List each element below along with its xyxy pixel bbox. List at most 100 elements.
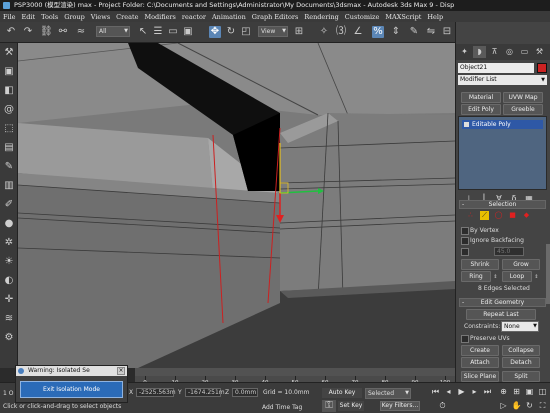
menu-item-animation[interactable]: Animation (212, 13, 246, 21)
wrench-icon[interactable]: ⚒ (2, 46, 16, 60)
key-filters-button[interactable]: Key Filters... (380, 401, 420, 411)
key-mode-dropdown[interactable]: Selected ▼ (365, 388, 411, 399)
undo-icon[interactable]: ↶ (5, 26, 17, 38)
grow-button[interactable]: Grow (502, 259, 540, 270)
select-by-name-icon[interactable]: ☰ (152, 26, 164, 38)
camera-icon[interactable]: ◐ (2, 274, 16, 288)
utilities-tab-icon[interactable]: ⚒ (533, 46, 546, 58)
viewport-scene[interactable] (18, 43, 455, 368)
swirl-icon[interactable]: @ (2, 103, 16, 117)
hierarchy-tab-icon[interactable]: ⊼ (488, 46, 501, 58)
edit-geometry-rollout-header[interactable]: - Edit Geometry (459, 298, 546, 307)
collapse-button[interactable]: Collapse (502, 345, 540, 356)
light-icon[interactable]: ☀ (2, 255, 16, 269)
zoom-icon[interactable]: ⊕ (498, 386, 509, 397)
attach-button[interactable]: Attach (461, 357, 499, 368)
spacewarp-icon[interactable]: ≋ (2, 312, 16, 326)
vertex-icon[interactable]: ∴ (466, 211, 475, 220)
menu-item-rendering[interactable]: Rendering (304, 13, 338, 21)
bind-spacewarp-icon[interactable]: ≈ (75, 26, 87, 38)
constraints-dropdown[interactable]: None ▼ (501, 321, 539, 332)
select-and-scale-icon[interactable]: ◰ (240, 26, 252, 38)
set-key-button[interactable]: Set Key (338, 401, 364, 411)
selection-filter-dropdown[interactable]: All ▼ (96, 26, 130, 37)
window-crossing-icon[interactable]: ▣ (182, 26, 194, 38)
modify-tab-icon[interactable]: ◗ (473, 46, 486, 58)
by-vertex-checkbox[interactable]: By Vertex (461, 226, 499, 235)
detach-button[interactable]: Detach (502, 357, 540, 368)
angle-snap-icon[interactable]: ∠ (352, 26, 364, 38)
repeat-last-button[interactable]: Repeat Last (466, 309, 536, 320)
graphite-icon[interactable]: ◧ (2, 84, 16, 98)
orbit-icon[interactable]: ↻ (524, 400, 535, 411)
ring-spinner-icon[interactable]: ⇕ (492, 271, 499, 281)
cylinder-icon[interactable]: ▥ (2, 179, 16, 193)
select-object-icon[interactable]: ↖ (137, 26, 149, 38)
shrink-button[interactable]: Shrink (461, 259, 499, 270)
menu-item-tools[interactable]: Tools (41, 13, 58, 21)
time-configuration-icon[interactable]: ⏱ (437, 400, 448, 411)
cube-icon[interactable]: ▣ (2, 65, 16, 79)
uvw-map-button[interactable]: UVW Map (503, 92, 543, 103)
edge-icon[interactable]: ⟋ (480, 211, 489, 220)
paint-icon[interactable]: ✎ (2, 160, 16, 174)
split-button[interactable]: Split (502, 371, 540, 382)
selection-rollout-header[interactable]: - Selection (459, 200, 546, 209)
angle-threshold-spinner[interactable]: 45.0 (494, 247, 524, 256)
systems-icon[interactable]: ⚙ (2, 331, 16, 345)
stack-item-editable-poly[interactable]: Editable Poly (462, 120, 543, 129)
menu-item-modifiers[interactable]: Modifiers (144, 13, 175, 21)
key-icon[interactable]: ⚿ (322, 400, 336, 412)
motion-tab-icon[interactable]: ◎ (503, 46, 516, 58)
preserve-uvs-checkbox[interactable]: Preserve UVs (461, 334, 510, 343)
pivot-center-icon[interactable]: ⊞ (293, 26, 305, 38)
z-coordinate-field[interactable]: 0.0mm (232, 388, 258, 397)
pan-icon[interactable]: ✋ (511, 400, 522, 411)
element-icon[interactable]: ◆ (522, 211, 531, 220)
panel-scrollbar[interactable] (546, 244, 550, 304)
polygon-icon[interactable]: ■ (508, 211, 517, 220)
reference-coord-dropdown[interactable]: View ▼ (258, 26, 288, 37)
slice-plane-button[interactable]: Slice Plane (461, 371, 499, 382)
selection-tool-icon[interactable]: ⬚ (2, 122, 16, 136)
rect-selection-icon[interactable]: ▭ (167, 26, 179, 38)
go-to-end-icon[interactable]: ⏭ (482, 386, 493, 397)
next-frame-icon[interactable]: ▸ (469, 386, 480, 397)
menu-item-views[interactable]: Views (91, 13, 110, 21)
expand-icon[interactable] (464, 122, 469, 127)
object-color-swatch[interactable] (537, 63, 547, 73)
link-icon[interactable]: ⛓ (40, 26, 53, 38)
menu-item-customize[interactable]: Customize (345, 13, 380, 21)
helper-icon[interactable]: ✛ (2, 293, 16, 307)
previous-frame-icon[interactable]: ◂ (443, 386, 454, 397)
menu-item-help[interactable]: Help (427, 13, 443, 21)
zoom-extents-icon[interactable]: ▣ (524, 386, 535, 397)
menu-item-edit[interactable]: Edit (22, 13, 36, 21)
redo-icon[interactable]: ↷ (22, 26, 34, 38)
play-icon[interactable]: ▶ (456, 386, 467, 397)
time-slider[interactable] (135, 368, 455, 376)
menu-item-group[interactable]: Group (64, 13, 85, 21)
display-tab-icon[interactable]: ▭ (518, 46, 531, 58)
gear-icon[interactable]: ✲ (2, 236, 16, 250)
select-and-rotate-icon[interactable]: ↻ (225, 26, 237, 38)
brush-icon[interactable]: ✐ (2, 198, 16, 212)
named-selection-icon[interactable]: ✎ (408, 26, 420, 38)
select-manipulate-icon[interactable]: ✧ (318, 26, 330, 38)
create-tab-icon[interactable]: ✦ (458, 46, 471, 58)
mirror-icon[interactable]: ⇋ (425, 26, 437, 38)
percent-snap-icon[interactable]: % (372, 26, 384, 38)
select-and-move-icon[interactable]: ✥ (209, 26, 221, 38)
material-button[interactable]: Material (461, 92, 501, 103)
sphere-icon[interactable]: ● (2, 217, 16, 231)
loop-button[interactable]: Loop (502, 271, 532, 282)
add-time-tag-button[interactable]: Add Time Tag (262, 403, 302, 412)
edit-poly-button[interactable]: Edit Poly (461, 104, 501, 115)
border-icon[interactable]: ◯ (494, 211, 503, 220)
unlink-icon[interactable]: ⚯ (57, 26, 69, 38)
isolation-dialog-titlebar[interactable]: Warning: Isolated Se (16, 366, 127, 376)
spinner-snap-icon[interactable]: ⇕ (390, 26, 402, 38)
menu-item-reactor[interactable]: reactor (182, 13, 206, 21)
ignore-backfacing-checkbox[interactable]: Ignore Backfacing (461, 236, 524, 245)
perspective-viewport[interactable] (18, 43, 455, 368)
